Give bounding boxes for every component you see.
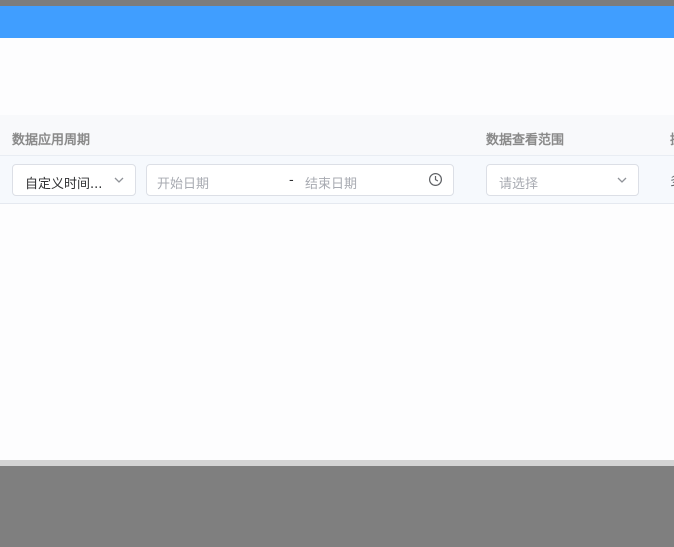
header-scope: 数据查看范围 [486,133,565,148]
table-header: 数据应用周期 数据查看范围 操 [0,115,674,156]
next-cell-text: 多 [670,170,674,189]
period-type-value: 自定义时间... [25,177,103,192]
table-row: 自定义时间... 开始日期 - 结束日期 请选择 [0,156,674,204]
scope-select[interactable]: 请选择 [486,164,639,196]
chevron-down-icon [114,177,124,183]
scope-placeholder: 请选择 [499,177,539,192]
period-type-select[interactable]: 自定义时间... [12,164,136,196]
start-date-input[interactable]: 开始日期 [157,173,209,192]
end-date-input[interactable]: 结束日期 [305,173,357,192]
header-next: 操 [670,129,674,148]
rules-table: 数据应用周期 数据查看范围 操 自定义时间... 开始日期 - 结束日期 [0,115,674,204]
header-period: 数据应用周期 [12,133,91,148]
dialog: 数据应用周期 数据查看范围 操 自定义时间... 开始日期 - 结束日期 [0,6,674,460]
date-range-picker[interactable]: 开始日期 - 结束日期 [146,164,454,196]
range-separator: - [289,173,294,188]
clock-icon [428,172,443,187]
dialog-header-bar [0,6,674,38]
chevron-down-icon [617,177,627,183]
dialog-bottom-edge [0,460,674,466]
